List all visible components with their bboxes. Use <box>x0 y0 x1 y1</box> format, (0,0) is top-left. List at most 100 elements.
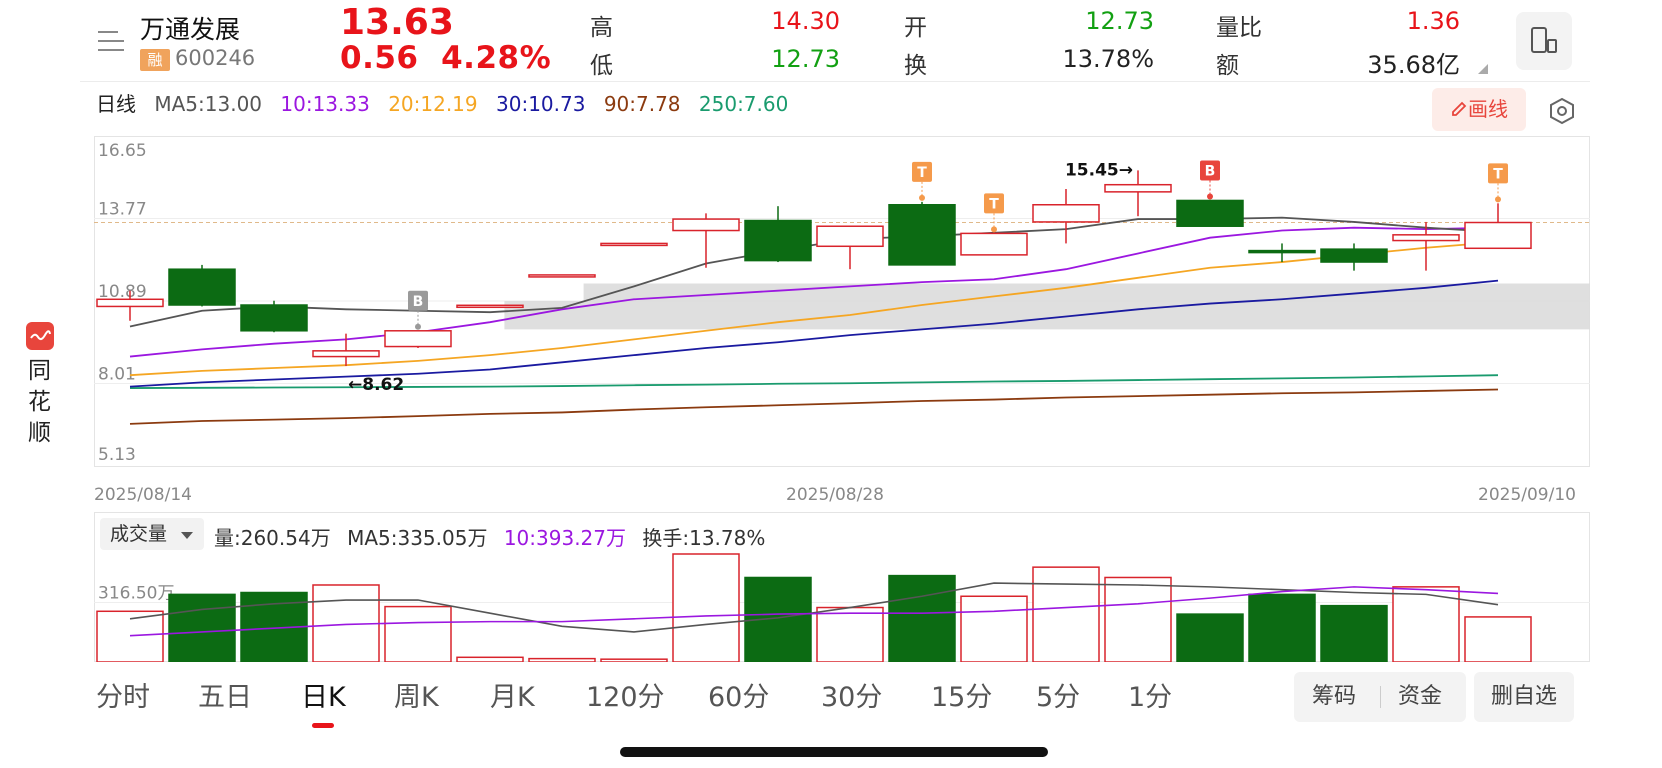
low-value: 12.73 <box>771 45 840 73</box>
tab-weekly-k[interactable]: 周K <box>394 675 439 714</box>
candle-body <box>672 218 740 232</box>
candle-body <box>1392 234 1460 242</box>
header-divider <box>80 81 1590 82</box>
candle-body <box>384 330 452 348</box>
funds-button[interactable]: 资金 <box>1398 672 1442 722</box>
signal-dot <box>1207 193 1213 200</box>
volume-ratio-label: 量比 <box>1216 15 1262 41</box>
y-tick-label: 16.65 <box>98 141 147 161</box>
signal-dot <box>991 226 997 233</box>
analysis-button-group: 筹码 资金 <box>1294 672 1466 722</box>
open-value: 12.73 <box>1085 7 1154 35</box>
layout-toggle-button[interactable] <box>1516 12 1572 70</box>
change-percent: 4.28% <box>441 40 552 76</box>
phone-layout-icon <box>1531 27 1557 53</box>
button-divider <box>1380 686 1381 708</box>
tab-30min[interactable]: 30分 <box>821 675 882 714</box>
tab-120min[interactable]: 120分 <box>586 675 665 714</box>
volume-bar <box>1464 616 1532 662</box>
wave-icon <box>30 330 51 341</box>
chips-button[interactable]: 筹码 <box>1312 672 1356 722</box>
y-tick-label: 5.13 <box>98 445 136 465</box>
candle-body <box>888 204 956 266</box>
amount-label: 额 <box>1216 53 1239 79</box>
tab-5min[interactable]: 5分 <box>1036 675 1080 714</box>
volume-bar <box>960 595 1028 662</box>
expand-corner-icon[interactable] <box>1478 64 1488 74</box>
ma20-label: 20:12.19 <box>388 92 478 116</box>
candle-body <box>240 304 308 332</box>
candle-body <box>600 242 668 247</box>
volume-turnover: 换手:13.78% <box>642 526 766 550</box>
volume-ratio-value: 1.36 <box>1406 7 1460 35</box>
volume-tick-label: 316.50万 <box>98 584 174 604</box>
active-tab-indicator <box>312 723 334 728</box>
volume-bar <box>96 610 164 662</box>
volume-bar <box>1032 566 1100 662</box>
settings-icon[interactable] <box>1548 97 1576 125</box>
volume-ma10: 10:393.27万 <box>503 526 626 550</box>
candle-body <box>96 298 164 308</box>
high-label: 高 <box>590 15 613 41</box>
volume-bar <box>384 605 452 662</box>
tab-1min[interactable]: 1分 <box>1128 675 1172 714</box>
volume-bar <box>528 657 596 662</box>
candle-body <box>1248 249 1316 254</box>
volume-bar <box>1104 576 1172 662</box>
candle-body <box>528 274 596 278</box>
stock-code: 600246 <box>175 46 256 70</box>
volume-bar <box>888 574 956 662</box>
candle-body <box>744 219 812 262</box>
volume-bar <box>168 593 236 662</box>
tab-daily-k[interactable]: 日K <box>301 675 346 714</box>
tab-five-day[interactable]: 五日 <box>198 675 252 714</box>
turnover-label: 换 <box>904 53 927 79</box>
ma30-label: 30:10.73 <box>496 92 586 116</box>
draw-line-label: 画线 <box>1468 97 1508 121</box>
low-label: 低 <box>590 53 613 79</box>
candle-body <box>1104 183 1172 193</box>
turnover-value: 13.78% <box>1062 45 1154 73</box>
home-indicator <box>620 747 1048 757</box>
tab-minute[interactable]: 分时 <box>96 675 150 714</box>
signal-marker-label: T <box>1493 166 1503 182</box>
volume-bar <box>456 656 524 662</box>
candle-body <box>1032 204 1100 223</box>
tab-monthly-k[interactable]: 月K <box>490 675 535 714</box>
signal-marker-label: B <box>413 294 424 310</box>
volume-bar <box>1320 604 1388 662</box>
ma90-label: 90:7.78 <box>603 92 681 116</box>
menu-icon[interactable] <box>96 28 126 54</box>
current-price: 13.63 <box>340 2 454 43</box>
signal-dot <box>919 194 925 201</box>
volume-value: 量:260.54万 <box>214 526 331 550</box>
draw-line-button[interactable]: 画线 <box>1432 88 1526 131</box>
candlestick-chart[interactable]: 16.6513.7710.898.015.13BTTB T15.45→←8.62 <box>94 136 1590 486</box>
volume-ma5: MA5:335.05万 <box>347 526 488 550</box>
tab-15min[interactable]: 15分 <box>931 675 992 714</box>
ma10-label: 10:13.33 <box>280 92 370 116</box>
date-tick-mid: 2025/08/28 <box>786 485 884 505</box>
volume-info: 量:260.54万 MA5:335.05万 10:393.27万 换手:13.7… <box>214 522 775 551</box>
pencil-icon <box>1452 101 1467 116</box>
remove-favorite-button[interactable]: 删自选 <box>1474 672 1574 722</box>
volume-bar <box>1176 613 1244 662</box>
signal-marker-label: B <box>1205 163 1216 179</box>
amount-value: 35.68亿 <box>1367 51 1460 79</box>
candle-body <box>1320 248 1388 263</box>
ma-legend[interactable]: 日线 MA5:13.00 10:13.33 20:12.19 30:10.73 … <box>96 88 800 117</box>
ma5-label: MA5:13.00 <box>154 92 263 116</box>
signal-dot <box>1495 196 1501 203</box>
candle-body <box>1464 221 1532 250</box>
change-amount: 0.56 <box>340 40 419 76</box>
indicator-dropdown[interactable]: 成交量 <box>100 518 204 550</box>
tab-60min[interactable]: 60分 <box>708 675 769 714</box>
ma90-line <box>129 388 1499 425</box>
signal-dot <box>415 323 421 330</box>
brand-name: 同花顺 <box>28 358 51 446</box>
margin-badge: 融 <box>140 49 170 71</box>
candle-body <box>456 304 524 309</box>
volume-bar <box>600 658 668 662</box>
signal-marker-label: T <box>917 165 927 181</box>
volume-bar <box>816 606 884 662</box>
